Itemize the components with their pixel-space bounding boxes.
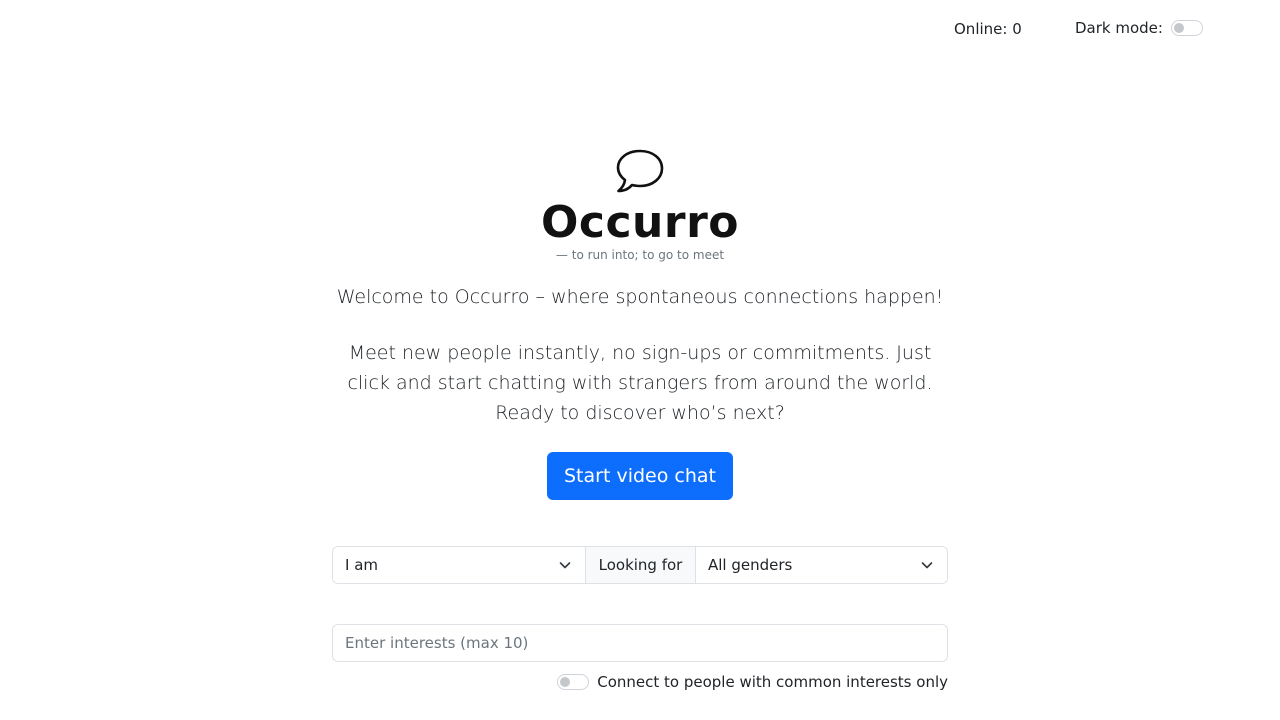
- dark-mode-label: Dark mode:: [1075, 19, 1163, 37]
- hero-section: Occurro — to run into; to go to meet Wel…: [0, 148, 1280, 500]
- gender-select[interactable]: All genders: [696, 547, 947, 583]
- common-interests-control: Connect to people with common interests …: [557, 672, 948, 692]
- description-text: Meet new people instantly, no sign-ups o…: [347, 342, 933, 424]
- common-interests-label: Connect to people with common interests …: [597, 673, 948, 691]
- dark-mode-toggle[interactable]: [1170, 20, 1203, 36]
- toggle-knob: [560, 677, 571, 687]
- i-am-select[interactable]: I am: [333, 547, 586, 583]
- toggle-knob: [1173, 23, 1184, 33]
- speech-bubble-icon: [616, 149, 664, 193]
- brand-name: Occurro: [540, 197, 740, 248]
- online-count: Online: 0: [954, 20, 1022, 38]
- common-interests-toggle[interactable]: [557, 674, 590, 690]
- gender-selected-value: All genders: [708, 556, 793, 574]
- start-video-chat-button[interactable]: Start video chat: [547, 452, 733, 500]
- gender-filter-group: I am Looking for All genders: [332, 546, 948, 584]
- welcome-text: Welcome to Occurro – where spontaneous c…: [336, 286, 944, 308]
- chevron-down-icon: [921, 562, 933, 569]
- chevron-down-icon: [559, 562, 571, 569]
- looking-for-label: Looking for: [586, 547, 696, 583]
- top-bar: Online: 0 Dark mode:: [0, 18, 1280, 40]
- i-am-selected-value: I am: [345, 556, 378, 574]
- dark-mode-control: Dark mode:: [1075, 18, 1203, 38]
- brand-tagline: — to run into; to go to meet: [555, 248, 725, 262]
- interests-input[interactable]: [332, 624, 948, 662]
